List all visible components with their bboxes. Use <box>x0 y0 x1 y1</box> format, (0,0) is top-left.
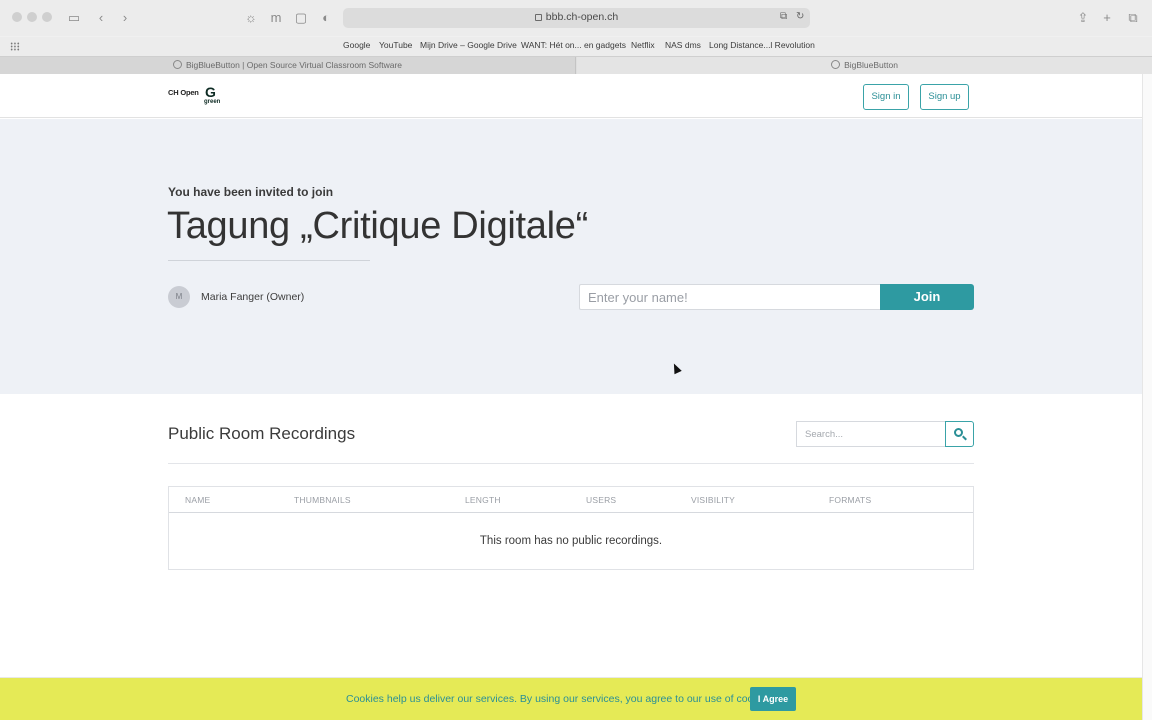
web-page: CH Open G green Sign in Sign up You have… <box>0 74 1142 720</box>
column-header-formats[interactable]: FORMATS <box>829 495 871 505</box>
browser-toolbar: ▭ ‹ › ☼ m ▢ ◐ bbb.ch-open.ch ⧉ ↻ ⇪ + ⧉ <box>0 0 1152 36</box>
recordings-search-input[interactable] <box>796 421 945 447</box>
column-header-length[interactable]: LENGTH <box>465 495 501 505</box>
bookmarks-bar: Google YouTube Mijn Drive – Google Drive… <box>0 37 1152 56</box>
recordings-divider <box>168 463 974 464</box>
close-window-button[interactable] <box>12 12 22 22</box>
address-bar[interactable]: bbb.ch-open.ch ⧉ ↻ <box>343 8 810 28</box>
tab-bar: BigBlueButton | Open Source Virtual Clas… <box>0 56 1152 74</box>
bookmark-want[interactable]: WANT: Hét on... en gadgets <box>521 40 626 50</box>
tab-title: BigBlueButton <box>844 60 898 70</box>
logo-g-mark-icon: G <box>205 84 216 100</box>
privacy-shield-icon[interactable]: ◐ <box>318 10 334 26</box>
bookmark-youtube[interactable]: YouTube <box>379 40 412 50</box>
tab-bigbluebutton-oss[interactable]: BigBlueButton | Open Source Virtual Clas… <box>0 57 576 74</box>
logo-subtext: green <box>204 99 221 105</box>
empty-recordings-message: This room has no public recordings. <box>479 535 663 547</box>
column-header-users[interactable]: USERS <box>586 495 616 505</box>
minimize-window-button[interactable] <box>27 12 37 22</box>
bookmark-google[interactable]: Google <box>343 40 370 50</box>
name-input[interactable] <box>579 284 880 310</box>
maximize-window-button[interactable] <box>42 12 52 22</box>
logo-text: CH Open <box>168 88 199 97</box>
recordings-title: Public Room Recordings <box>168 424 356 443</box>
column-header-name[interactable]: NAME <box>185 495 210 505</box>
apps-grid-icon[interactable] <box>10 42 20 51</box>
sign-in-button[interactable]: Sign in <box>863 84 909 110</box>
join-button[interactable]: Join <box>880 284 974 310</box>
translate-icon[interactable]: ⧉ <box>780 11 787 22</box>
agree-button[interactable]: I Agree <box>750 687 796 711</box>
new-tab-icon[interactable]: + <box>1099 10 1115 26</box>
column-header-thumbnails[interactable]: THUMBNAILS <box>294 495 351 505</box>
cookie-text: Cookies help us deliver our services. By… <box>346 693 775 705</box>
search-button[interactable] <box>945 421 974 447</box>
brightness-extension-icon[interactable]: ☼ <box>243 10 259 26</box>
site-header: CH Open G green Sign in Sign up <box>0 74 1142 118</box>
share-icon[interactable]: ⇪ <box>1075 10 1091 26</box>
invited-text: You have been invited to join <box>168 185 334 199</box>
owner-name: Maria Fanger (Owner) <box>201 291 305 303</box>
tab-overview-icon[interactable]: ⧉ <box>1125 10 1141 26</box>
bookmark-netflix[interactable]: Netflix <box>631 40 655 50</box>
tab-bigbluebutton[interactable]: BigBlueButton <box>577 57 1152 74</box>
cookie-banner: Cookies help us deliver our services. By… <box>0 678 1142 720</box>
reload-icon[interactable]: ↻ <box>796 11 804 22</box>
extension-m-icon[interactable]: m <box>268 10 284 26</box>
room-hero: You have been invited to join Tagung „Cr… <box>0 119 1142 394</box>
bookmark-long-distance[interactable]: Long Distance...l Revolution <box>709 40 815 50</box>
bookmark-nas-dms[interactable]: NAS dms <box>665 40 701 50</box>
column-header-visibility[interactable]: VISIBILITY <box>691 495 735 505</box>
url-text: bbb.ch-open.ch <box>545 11 619 23</box>
recordings-table: NAME THUMBNAILS LENGTH USERS VISIBILITY … <box>168 486 974 570</box>
room-title: Tagung „Critique Digitale“ <box>167 205 588 247</box>
back-icon[interactable]: ‹ <box>93 10 109 26</box>
owner-avatar: M <box>168 286 190 308</box>
favicon-icon <box>172 60 182 69</box>
mouse-cursor-icon <box>670 361 682 375</box>
ch-open-logo[interactable]: CH Open G green <box>168 84 228 108</box>
tab-title: BigBlueButton | Open Source Virtual Clas… <box>185 60 403 70</box>
table-header: NAME THUMBNAILS LENGTH USERS VISIBILITY … <box>169 487 973 513</box>
favicon-icon <box>831 60 841 69</box>
lock-icon <box>534 14 542 21</box>
title-divider <box>168 260 370 261</box>
forward-icon[interactable]: › <box>117 10 133 26</box>
extension-bag-icon[interactable]: ▢ <box>293 10 309 26</box>
bookmark-google-drive[interactable]: Mijn Drive – Google Drive <box>420 40 517 50</box>
sign-up-button[interactable]: Sign up <box>920 84 969 110</box>
sidebar-toggle-icon[interactable]: ▭ <box>66 10 82 26</box>
page-scrollbar[interactable] <box>1142 74 1152 720</box>
